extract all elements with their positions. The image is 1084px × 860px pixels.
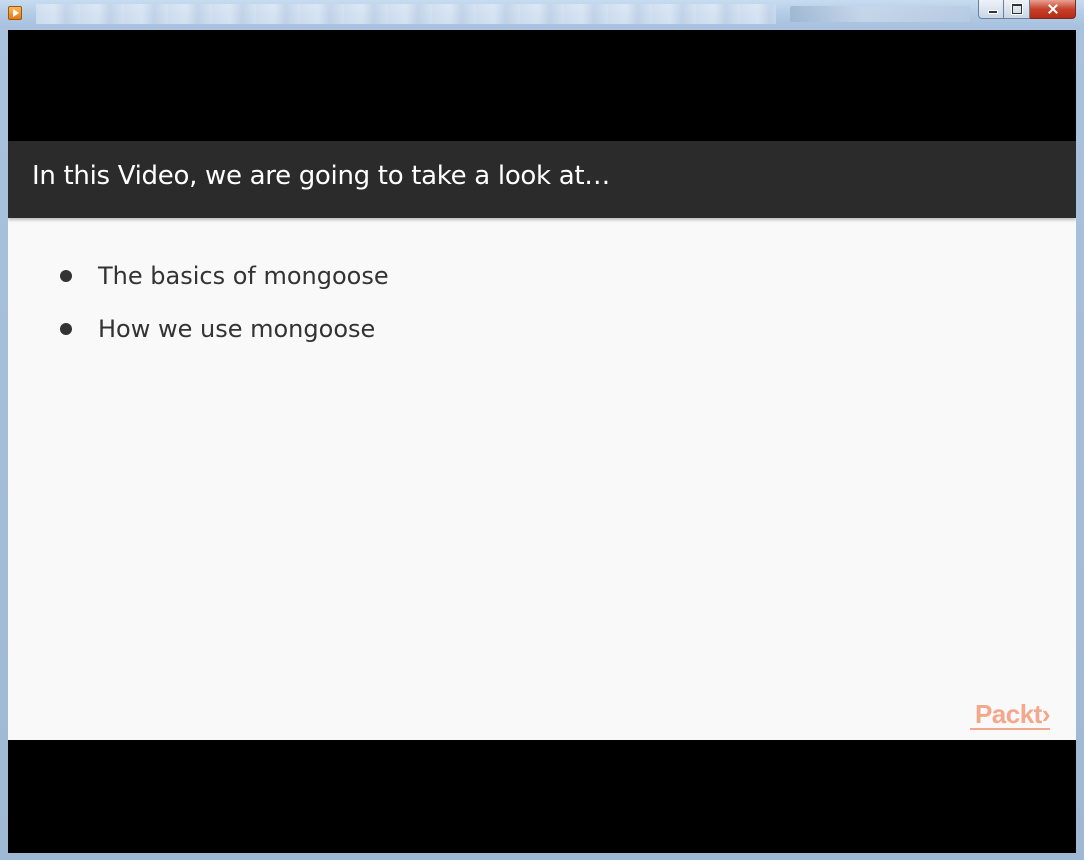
presentation-slide: In this Video, we are going to take a lo…: [8, 141, 1076, 740]
bullet-dot-icon: [60, 270, 72, 282]
maximize-button[interactable]: [1004, 0, 1030, 19]
blurred-background-area: [36, 4, 776, 24]
window-controls: [978, 0, 1076, 20]
media-player-window: In this Video, we are going to take a lo…: [0, 0, 1084, 860]
minimize-button[interactable]: [978, 0, 1004, 19]
bullet-dot-icon: [60, 323, 72, 335]
video-frame[interactable]: In this Video, we are going to take a lo…: [8, 30, 1076, 853]
slide-header-bar: In this Video, we are going to take a lo…: [8, 141, 1076, 218]
bullet-text: The basics of mongoose: [98, 262, 389, 290]
bullet-text: How we use mongoose: [98, 315, 376, 343]
slide-title: In this Video, we are going to take a lo…: [32, 161, 610, 191]
packt-logo: Packt›: [974, 699, 1051, 729]
close-button[interactable]: [1030, 0, 1076, 19]
packt-logo-underline: [970, 728, 1050, 730]
media-player-app-icon[interactable]: [8, 6, 22, 20]
bullet-item: How we use mongoose: [58, 312, 389, 365]
blurred-window-title: [790, 6, 970, 22]
bullet-item: The basics of mongoose: [58, 259, 389, 312]
bullet-list: The basics of mongoose How we use mongoo…: [58, 259, 389, 365]
window-titlebar[interactable]: [0, 0, 1084, 28]
